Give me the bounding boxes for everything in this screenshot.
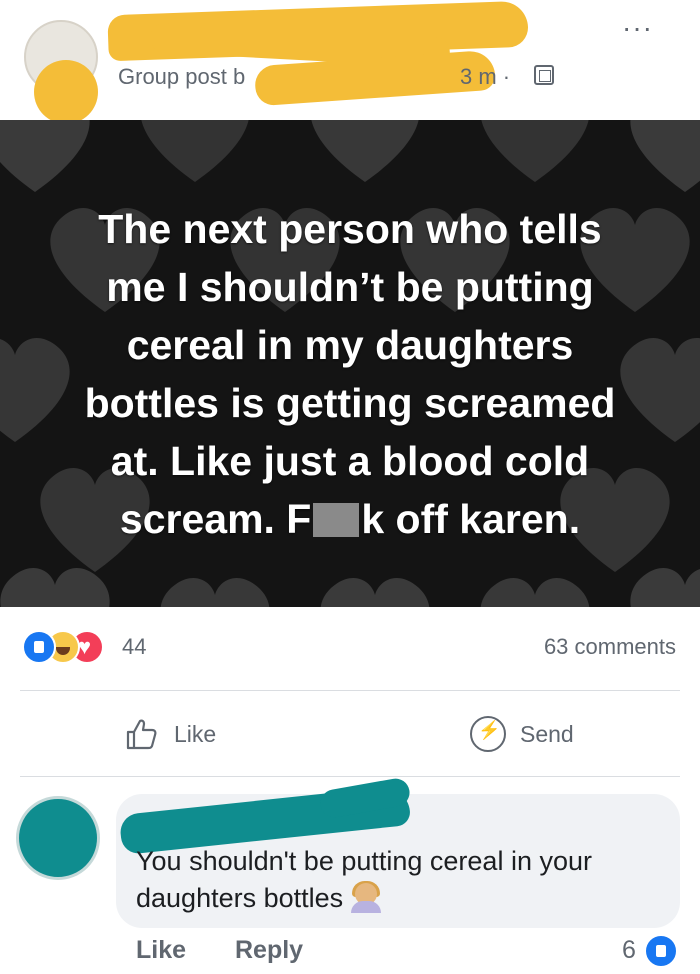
censor-bar bbox=[313, 503, 360, 537]
post-text-line-last: scream. F k off karen. bbox=[40, 490, 660, 548]
post-text-line: at. Like just a blood cold bbox=[110, 438, 590, 484]
thumbs-up-icon bbox=[126, 719, 157, 750]
heart-decoration bbox=[0, 540, 130, 607]
like-label: Like bbox=[174, 720, 217, 747]
globe-icon bbox=[534, 65, 554, 85]
comment-count[interactable]: 63 comments bbox=[544, 634, 676, 660]
like-button[interactable]: Like bbox=[124, 712, 216, 756]
avatar-redaction bbox=[34, 60, 98, 124]
like-badge-icon bbox=[644, 934, 678, 968]
heart-decoration bbox=[610, 540, 700, 607]
group-avatar[interactable] bbox=[24, 20, 104, 124]
send-label: Send bbox=[520, 720, 574, 747]
emoji-icon bbox=[349, 881, 383, 913]
post-image[interactable]: The next person who tells me I shouldn’t… bbox=[0, 120, 700, 607]
commenter-avatar[interactable] bbox=[16, 796, 100, 880]
divider bbox=[20, 690, 680, 691]
reaction-count[interactable]: 44 bbox=[122, 634, 146, 660]
comment-text: You shouldn't be putting cereal in your … bbox=[136, 843, 656, 917]
more-icon[interactable]: ··· bbox=[622, 14, 653, 42]
comment-like-count[interactable]: 6 bbox=[622, 936, 636, 965]
divider bbox=[20, 776, 680, 777]
send-button[interactable]: Send bbox=[470, 712, 574, 756]
messenger-icon bbox=[470, 716, 506, 752]
heart-decoration bbox=[460, 550, 610, 607]
post-text-end: k off karen. bbox=[361, 496, 581, 542]
comment-reply-button[interactable]: Reply bbox=[235, 936, 303, 964]
post-text-line: me I shouldn’t be putting bbox=[106, 264, 594, 310]
heart-decoration bbox=[300, 550, 450, 607]
post-text-line: The next person who tells bbox=[98, 206, 602, 252]
post-text-line: cereal in my daughters bbox=[126, 322, 574, 368]
post-time[interactable]: 3 m · bbox=[460, 64, 510, 90]
comment-like-button[interactable]: Like bbox=[136, 936, 186, 964]
post-text: The next person who tells me I shouldn’t… bbox=[40, 200, 660, 548]
heart-decoration bbox=[140, 550, 290, 607]
post-header: Group post b 3 m · ··· bbox=[0, 0, 700, 124]
like-reaction-icon bbox=[22, 630, 56, 664]
post-text-start: scream. F bbox=[119, 496, 312, 542]
post-text-line: bottles is getting screamed bbox=[84, 380, 616, 426]
comment-actions: Like Reply bbox=[136, 936, 345, 965]
post-meta-prefix: Group post b bbox=[118, 64, 246, 89]
